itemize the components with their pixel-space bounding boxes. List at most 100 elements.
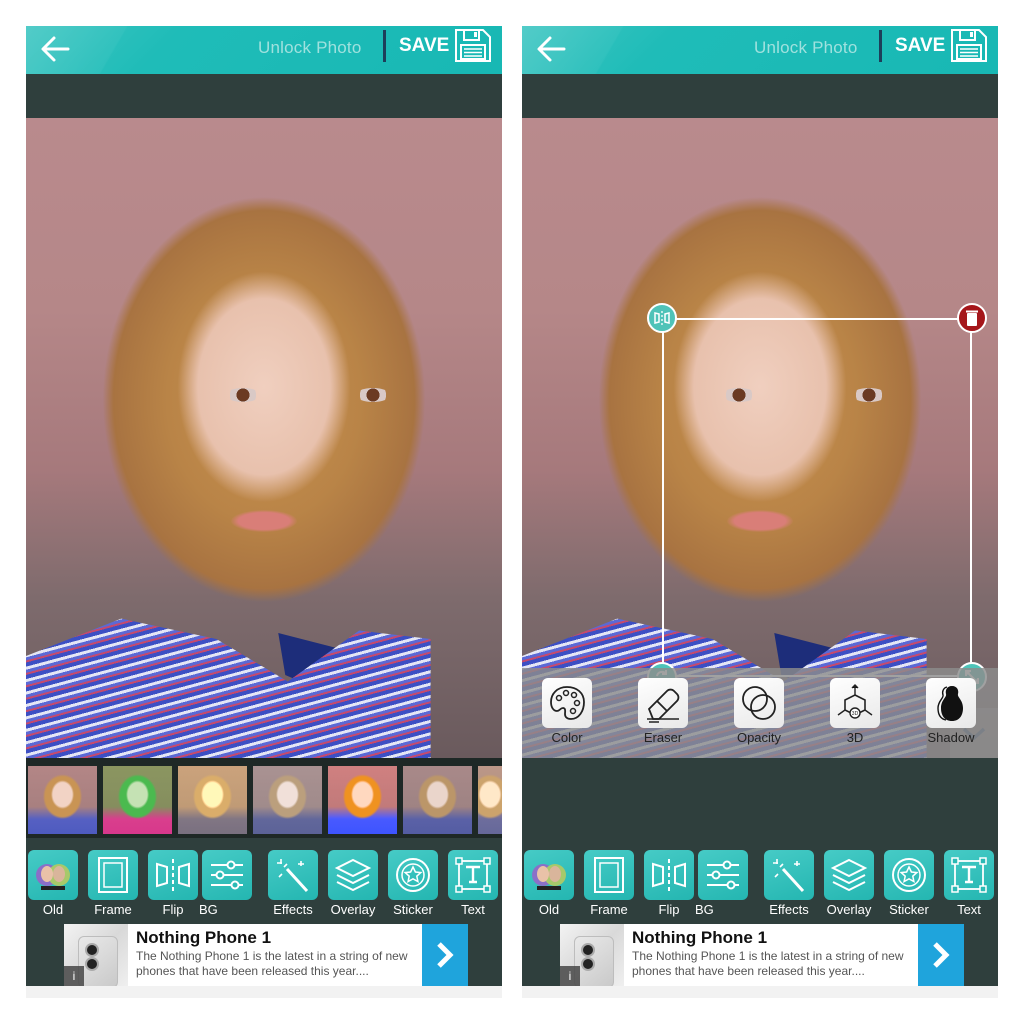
toolbar-spacer	[26, 74, 502, 118]
tool-label: Old	[42, 902, 64, 917]
magic-wand-icon	[773, 859, 805, 893]
flip-handle[interactable]	[647, 303, 677, 333]
tool-sticker[interactable]: Sticker	[879, 850, 939, 917]
subtool-label: Eraser	[643, 730, 683, 745]
info-icon[interactable]: i	[560, 966, 580, 986]
tool-label: Frame	[590, 902, 628, 917]
filter-thumbnail[interactable]	[103, 766, 172, 834]
frame-icon	[594, 857, 624, 893]
subtool-shadow[interactable]: Shadow	[916, 678, 986, 745]
filter-thumbnail[interactable]	[178, 766, 247, 834]
overlay-selection-box[interactable]	[647, 303, 987, 692]
tool-label: BG	[695, 902, 714, 917]
tool-overlay[interactable]: Overlay	[819, 850, 879, 917]
old-face-icon	[36, 864, 70, 890]
tool-label: Sticker	[393, 902, 433, 917]
delete-handle[interactable]	[957, 303, 987, 333]
editor-panel-right: Unlock Photo SAVE Color Eraser Opacity 3…	[522, 26, 998, 998]
flip-handle-icon	[654, 311, 670, 325]
subtool-label: 3D	[846, 730, 864, 745]
tool-sticker[interactable]: Sticker	[383, 850, 443, 917]
delete-icon	[966, 310, 978, 326]
text-icon	[455, 857, 491, 893]
back-arrow-icon[interactable]	[38, 32, 74, 66]
magic-wand-icon	[277, 859, 309, 893]
ad-image: i	[560, 924, 624, 988]
ad-description: The Nothing Phone 1 is the latest in a s…	[136, 949, 408, 978]
tool-label: Overlay	[826, 902, 872, 917]
tool-old[interactable]: Old	[522, 850, 579, 917]
filter-thumbnail[interactable]	[28, 766, 97, 834]
tool-label: Flip	[162, 902, 184, 917]
tool-old[interactable]: Old	[26, 850, 83, 917]
ad-image: i	[64, 924, 128, 988]
ad-open-button[interactable]	[918, 924, 964, 986]
unlock-photo-button[interactable]: Unlock Photo	[754, 38, 858, 58]
subtool-label: Color	[551, 730, 583, 745]
3d-cube-icon: 3D	[837, 684, 873, 719]
tool-bg[interactable]: BG	[693, 850, 753, 917]
tool-frame[interactable]: Frame	[579, 850, 639, 917]
phone-image	[574, 936, 614, 988]
shadow-icon	[937, 686, 963, 721]
opacity-icon	[742, 686, 776, 720]
photo-canvas[interactable]	[522, 118, 998, 758]
layers-icon	[334, 858, 372, 892]
toolbar-spacer	[522, 74, 998, 118]
tool-flip[interactable]: Flip	[639, 850, 699, 917]
save-button[interactable]: SAVE	[895, 35, 945, 57]
sticker-icon	[892, 858, 926, 892]
tool-effects[interactable]: Effects	[263, 850, 323, 917]
subtool-opacity[interactable]: Opacity	[724, 678, 794, 745]
photo-detail	[26, 618, 431, 758]
header-divider	[383, 30, 386, 62]
tool-label: Frame	[94, 902, 132, 917]
unlock-photo-button[interactable]: Unlock Photo	[258, 38, 362, 58]
chevron-right-icon	[437, 942, 454, 968]
photo-canvas[interactable]	[26, 118, 502, 758]
main-tool-bar: Old Frame Flip BG Effects Overlay Sticke…	[522, 838, 998, 922]
photo-detail	[356, 388, 390, 402]
layers-icon	[830, 858, 868, 892]
ad-open-button[interactable]	[422, 924, 468, 986]
ad-title[interactable]: Nothing Phone 1	[632, 928, 767, 948]
tool-text[interactable]: Text	[939, 850, 998, 917]
tool-label: Effects	[769, 902, 809, 917]
flip-icon	[652, 859, 686, 891]
bottom-strip	[522, 986, 998, 998]
tool-label: Text	[461, 902, 485, 917]
overlay-subtool-bar: Color Eraser Opacity 3D 3D Shadow	[522, 668, 998, 758]
filter-thumbnail[interactable]	[328, 766, 397, 834]
tool-frame[interactable]: Frame	[83, 850, 143, 917]
tool-text[interactable]: Text	[443, 850, 502, 917]
back-arrow-icon[interactable]	[534, 32, 570, 66]
filter-strip[interactable]	[26, 758, 502, 838]
filter-thumbnail[interactable]	[478, 766, 502, 834]
info-icon[interactable]: i	[64, 966, 84, 986]
ad-banner[interactable]: i Nothing Phone 1 The Nothing Phone 1 is…	[64, 924, 468, 988]
floppy-disk-icon[interactable]	[453, 26, 493, 64]
tool-bg[interactable]: BG	[197, 850, 257, 917]
subtool-label: Shadow	[927, 730, 975, 745]
subtool-eraser[interactable]: Eraser	[628, 678, 698, 745]
tool-flip[interactable]: Flip	[143, 850, 203, 917]
top-app-bar: Unlock Photo SAVE	[522, 26, 998, 74]
subtool-color[interactable]: Color	[532, 678, 602, 745]
sticker-icon	[396, 858, 430, 892]
ad-banner[interactable]: i Nothing Phone 1 The Nothing Phone 1 is…	[560, 924, 964, 988]
tool-label: Flip	[658, 902, 680, 917]
filter-thumbnail[interactable]	[403, 766, 472, 834]
filter-thumbnail[interactable]	[253, 766, 322, 834]
tool-overlay[interactable]: Overlay	[323, 850, 383, 917]
subtool-3d[interactable]: 3D 3D	[820, 678, 890, 745]
phone-image	[78, 936, 118, 988]
old-face-icon	[532, 864, 566, 890]
photo-detail	[231, 510, 297, 532]
ad-title[interactable]: Nothing Phone 1	[136, 928, 271, 948]
tool-label: Effects	[273, 902, 313, 917]
floppy-disk-icon[interactable]	[949, 26, 989, 64]
sliders-icon	[211, 860, 243, 890]
text-icon	[951, 857, 987, 893]
save-button[interactable]: SAVE	[399, 35, 449, 57]
tool-effects[interactable]: Effects	[759, 850, 819, 917]
